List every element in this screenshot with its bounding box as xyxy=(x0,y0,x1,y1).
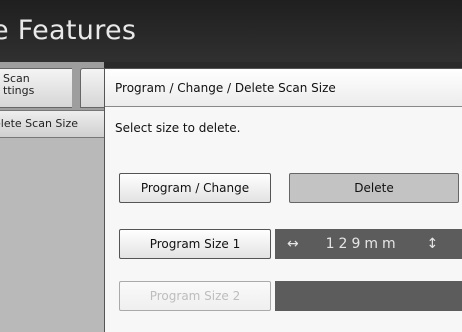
sidebar-item-delete-scan-size[interactable]: elete Scan Size xyxy=(0,110,104,138)
height-arrow-icon: ↕ xyxy=(426,236,439,252)
dialog-instruction: Select size to delete. xyxy=(115,121,241,135)
tab-next[interactable] xyxy=(80,68,104,108)
width-arrow-icon: ↔ xyxy=(287,236,299,252)
program-size-1-button[interactable]: Program Size 1 xyxy=(119,229,271,259)
tab-scan-settings-line2: ttings xyxy=(3,84,35,97)
program-size-2-value xyxy=(275,281,462,311)
program-size-1-value: ↔ 129mm ↕ 2 xyxy=(275,229,462,259)
tab-scan-settings[interactable]: Scan ttings xyxy=(0,68,78,108)
page-title: e Features xyxy=(0,15,137,46)
sidebar-background xyxy=(0,138,104,332)
program-change-button[interactable]: Program / Change xyxy=(119,173,271,203)
dialog-title: Program / Change / Delete Scan Size xyxy=(105,69,462,107)
width-value: 129mm xyxy=(325,236,400,252)
program-size-2-button[interactable]: Program Size 2 xyxy=(119,281,271,311)
delete-button[interactable]: Delete xyxy=(289,173,459,203)
left-panel: Scan ttings elete Scan Size xyxy=(0,62,104,332)
delete-scan-size-dialog: Program / Change / Delete Scan Size Sele… xyxy=(104,68,462,332)
app-header: e Features xyxy=(0,0,462,62)
